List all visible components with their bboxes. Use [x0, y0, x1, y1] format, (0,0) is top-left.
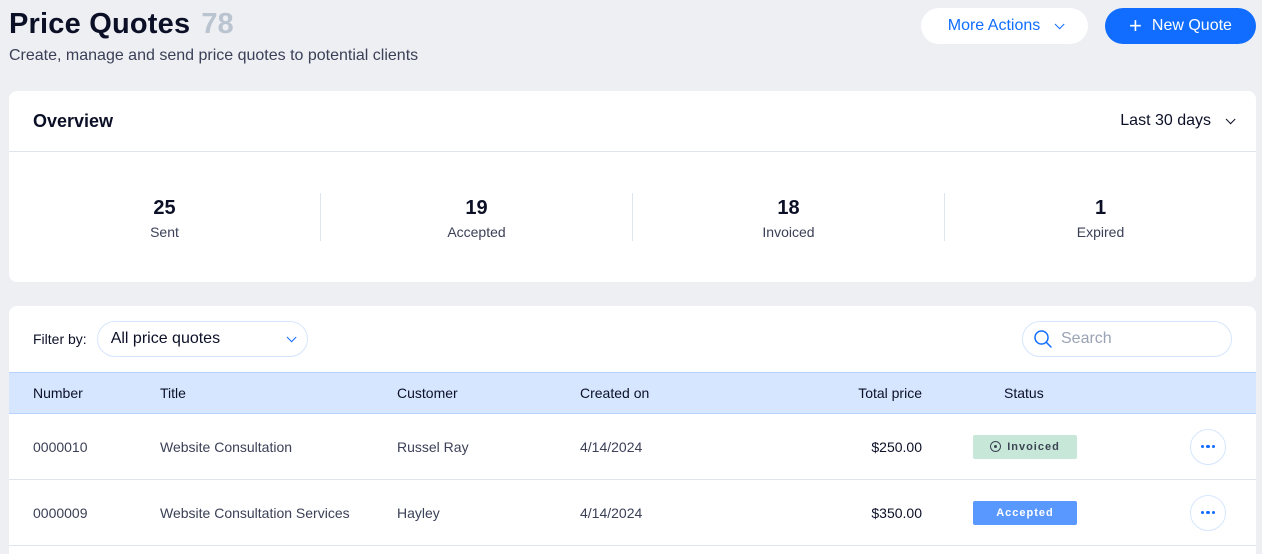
cell-customer: Hayley: [397, 504, 440, 521]
stat-sent: 25 Sent: [9, 193, 320, 241]
status-label: Accepted: [996, 506, 1054, 519]
stat-value: 19: [465, 197, 488, 219]
status-badge: Invoiced: [973, 434, 1077, 459]
overview-card: Overview Last 30 days 25 Sent 19 Accepte…: [9, 91, 1256, 282]
date-range-dropdown[interactable]: Last 30 days: [1120, 112, 1236, 130]
cell-number: 0000009: [33, 504, 88, 521]
search-field[interactable]: [1022, 321, 1232, 357]
more-dot-icon: [1211, 510, 1216, 515]
cell-number: 0000010: [33, 438, 88, 455]
page-subtitle: Create, manage and send price quotes to …: [9, 47, 419, 64]
stat-label: Accepted: [447, 224, 506, 240]
table-header: Number Title Customer Created on Total p…: [9, 372, 1256, 414]
cell-created-on: 4/14/2024: [580, 438, 643, 455]
plus-icon: +: [1129, 13, 1142, 38]
cell-title: Website Consultation: [160, 438, 293, 455]
more-dot-icon: [1200, 510, 1205, 515]
new-quote-button[interactable]: + New Quote: [1105, 8, 1256, 44]
search-input[interactable]: [1061, 330, 1211, 348]
stat-label: Invoiced: [762, 224, 815, 240]
filter-value: All price quotes: [110, 330, 221, 347]
more-dot-icon: [1206, 444, 1210, 449]
more-actions-label: More Actions: [947, 17, 1041, 34]
chevron-down-icon: [1054, 18, 1065, 29]
column-header-title[interactable]: Title: [160, 385, 186, 401]
new-quote-label: New Quote: [1151, 17, 1232, 34]
more-actions-button[interactable]: More Actions: [921, 8, 1088, 44]
stat-label: Sent: [150, 224, 179, 240]
chevron-down-icon: [286, 331, 297, 342]
column-header-status[interactable]: Status: [1004, 385, 1044, 401]
column-header-number[interactable]: Number: [33, 385, 83, 401]
stat-accepted: 19 Accepted: [320, 193, 632, 241]
column-header-created-on[interactable]: Created on: [580, 385, 649, 401]
stat-value: 1: [1094, 197, 1107, 219]
page-title: Price Quotes: [9, 8, 191, 40]
table-row[interactable]: 0000010 Website Consultation Russel Ray …: [9, 414, 1256, 480]
stat-expired: 1 Expired: [944, 193, 1256, 241]
cell-customer: Russel Ray: [397, 438, 469, 455]
row-more-actions-button[interactable]: [1190, 494, 1226, 531]
chevron-down-icon: [1225, 113, 1236, 124]
status-badge: Accepted: [973, 500, 1077, 525]
cell-total-price: $250.00: [871, 438, 922, 455]
overview-title: Overview: [33, 110, 114, 131]
cell-title: Website Consultation Services: [160, 504, 350, 521]
status-label: Invoiced: [1007, 440, 1060, 453]
stat-label: Expired: [1076, 224, 1125, 240]
quote-count: 78: [201, 8, 234, 40]
cell-total-price: $350.00: [871, 504, 922, 521]
stat-value: 25: [153, 197, 176, 219]
more-dot-icon: [1211, 444, 1216, 449]
search-icon: [1034, 330, 1052, 348]
page-header: Price Quotes 78 Create, manage and send …: [9, 8, 418, 65]
quotes-table-card: Filter by: All price quotes Number Title…: [9, 306, 1256, 554]
more-dot-icon: [1200, 444, 1205, 449]
column-header-customer[interactable]: Customer: [397, 385, 458, 401]
row-more-actions-button[interactable]: [1190, 428, 1226, 465]
filter-label: Filter by:: [33, 331, 87, 347]
date-range-label: Last 30 days: [1120, 112, 1211, 129]
column-header-total-price[interactable]: Total price: [858, 385, 922, 401]
filter-dropdown[interactable]: All price quotes: [96, 321, 308, 357]
cell-created-on: 4/14/2024: [580, 504, 643, 521]
stat-invoiced: 18 Invoiced: [632, 193, 944, 241]
eye-icon: [990, 441, 1002, 452]
table-row[interactable]: 0000009 Website Consultation Services Ha…: [9, 480, 1256, 546]
more-dot-icon: [1206, 510, 1210, 515]
stat-value: 18: [777, 197, 800, 219]
